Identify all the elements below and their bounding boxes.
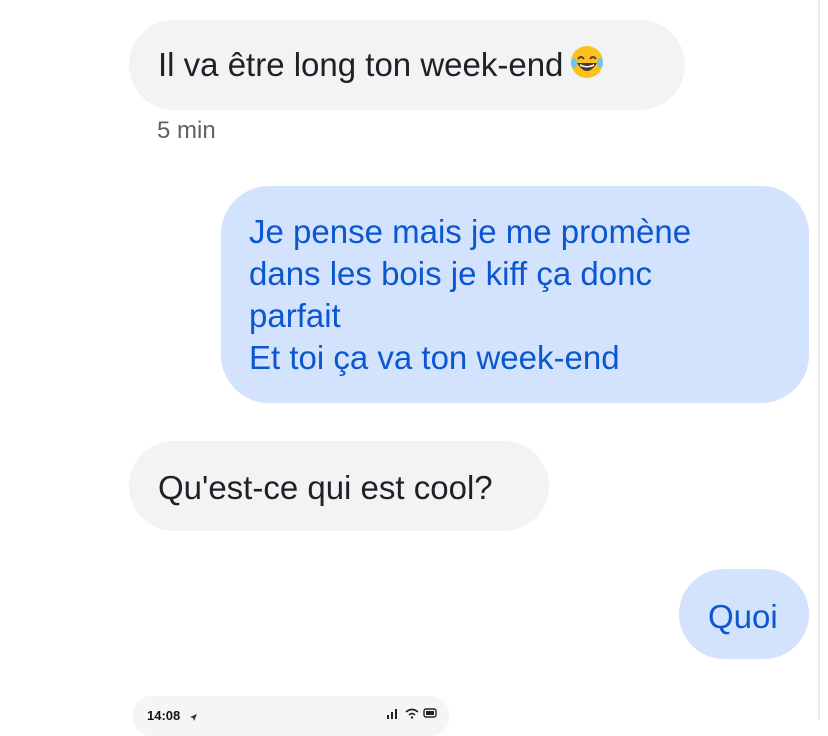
wifi-icon: [405, 706, 419, 723]
message-bubble-incoming[interactable]: Il va être long ton week-end: [129, 20, 685, 110]
location-arrow-icon: [189, 709, 198, 727]
status-icons: [386, 706, 439, 724]
screenshot-attachment[interactable]: 14:08: [133, 696, 449, 736]
message-text: Il va être long ton week-end: [158, 46, 564, 83]
scroll-edge: [818, 0, 820, 720]
message-bubble-outgoing[interactable]: Quoi: [679, 569, 809, 659]
message-bubble-outgoing[interactable]: Je pense mais je me promène dans les boi…: [221, 186, 809, 403]
face-with-tears-of-joy-icon: [569, 44, 605, 80]
signal-icon: [386, 706, 400, 723]
battery-icon: [423, 706, 439, 723]
message-timestamp: 5 min: [157, 117, 216, 144]
message-bubble-incoming[interactable]: Qu'est-ce qui est cool?: [129, 441, 549, 531]
attachment-status-time: 14:08: [147, 708, 181, 723]
